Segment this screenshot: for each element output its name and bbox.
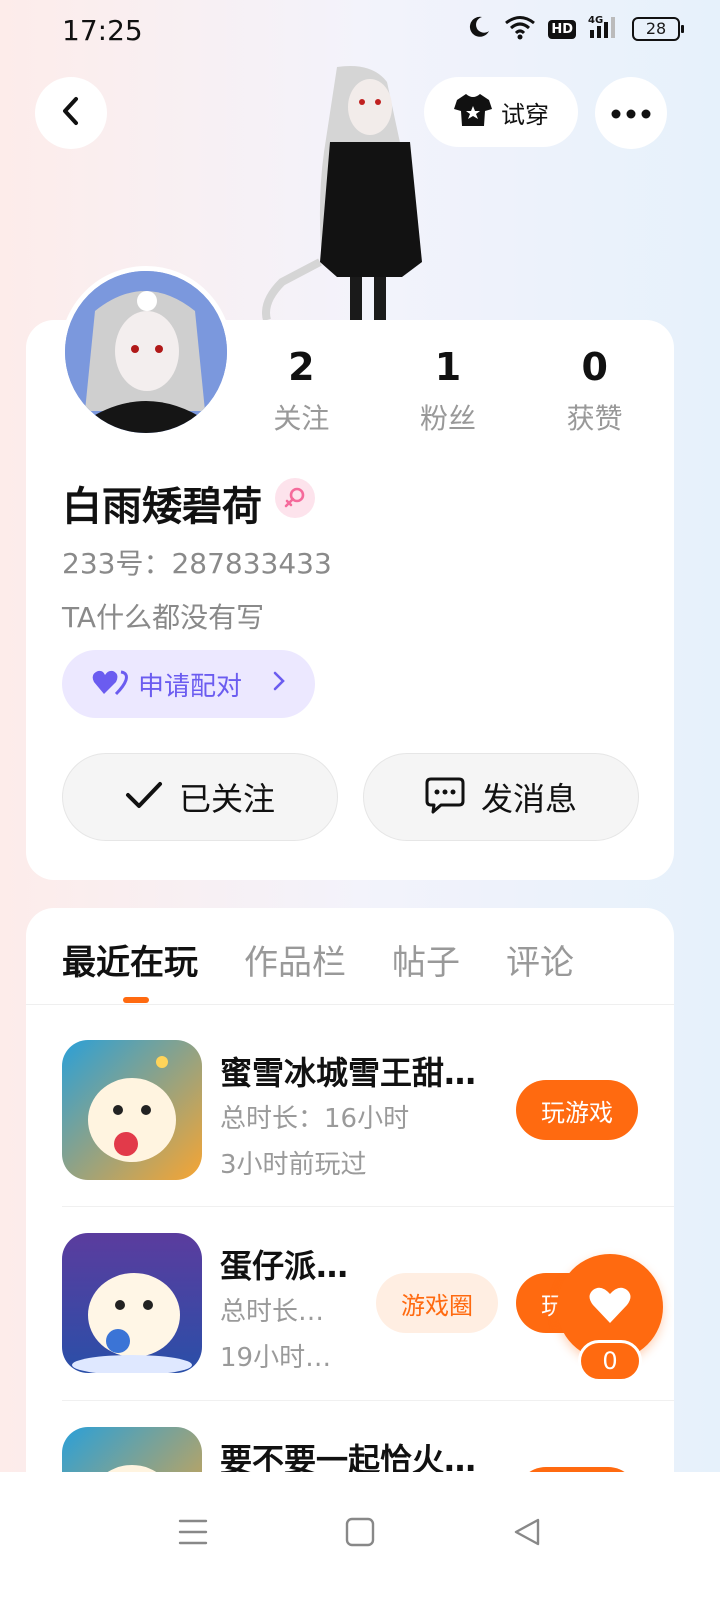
chevron-right-icon <box>272 669 286 699</box>
moon-icon <box>466 14 492 44</box>
double-heart-icon <box>92 668 128 700</box>
tab-posts[interactable]: 帖子 <box>392 935 460 984</box>
game-circle-button[interactable]: 游戏圈 <box>376 1273 498 1333</box>
checkmark-icon <box>125 780 163 814</box>
user-bio: TA什么都没有写 <box>62 601 265 634</box>
chat-bubble-icon <box>425 776 465 818</box>
menu-icon[interactable] <box>163 1502 223 1562</box>
stat-fans[interactable]: 1 粉丝 <box>375 345 522 437</box>
svg-text:4G: 4G <box>588 15 603 26</box>
profile-stats: 2 关注 1 粉丝 0 获赞 <box>228 345 668 437</box>
game-item[interactable]: 蜜雪冰城雪王甜… 总时长：16小时 3小时前玩过 玩游戏 <box>62 1040 674 1234</box>
game-name: 蛋仔派… <box>220 1247 349 1285</box>
stat-likes-value: 0 <box>581 345 608 389</box>
game-name: 蜜雪冰城雪王甜… <box>220 1054 477 1092</box>
game-icon <box>62 1040 202 1180</box>
game-duration: 总时长… <box>220 1297 325 1327</box>
apply-pair-button[interactable]: 申请配对 <box>62 650 315 718</box>
battery-icon: 28 <box>632 17 684 41</box>
profile-tabs: 最近在玩 作品栏 帖子 评论 <box>62 935 574 984</box>
status-time: 17:25 <box>62 14 143 47</box>
username: 白雨矮碧荷 <box>62 484 262 530</box>
stat-fans-label: 粉丝 <box>420 402 477 435</box>
avatar[interactable] <box>60 266 232 438</box>
status-icons: HD 4G 28 <box>466 14 684 44</box>
tab-recently-played[interactable]: 最近在玩 <box>62 935 198 984</box>
hd-icon: HD <box>548 19 576 39</box>
back-triangle-icon[interactable] <box>497 1502 557 1562</box>
game-duration: 总时长：16小时 <box>220 1104 410 1134</box>
stat-following[interactable]: 2 关注 <box>228 345 375 437</box>
tab-works[interactable]: 作品栏 <box>244 935 346 984</box>
stat-likes-label: 获赞 <box>566 402 623 435</box>
send-message-label: 发消息 <box>480 780 577 818</box>
wifi-icon <box>504 14 536 44</box>
like-count: 0 <box>578 1340 642 1382</box>
more-button[interactable] <box>595 77 667 149</box>
heart-icon <box>588 1285 632 1329</box>
stat-following-value: 2 <box>288 345 315 389</box>
game-last-played: 19小时… <box>220 1343 332 1373</box>
stat-likes[interactable]: 0 获赞 <box>521 345 668 437</box>
game-name: 要不要一起恰火… <box>220 1441 477 1472</box>
try-on-label: 试穿 <box>501 100 549 129</box>
divider <box>62 1206 674 1207</box>
followed-label: 已关注 <box>178 780 275 818</box>
signal-4g-icon: 4G <box>588 14 620 44</box>
user-id: 233号：287833433 <box>62 547 332 580</box>
back-arrow-icon <box>59 95 83 131</box>
divider <box>62 1400 674 1401</box>
stat-fans-value: 1 <box>434 345 462 389</box>
system-nav-bar <box>0 1472 720 1612</box>
try-on-button[interactable]: 试穿 <box>424 77 578 147</box>
followed-button[interactable]: 已关注 <box>62 753 338 841</box>
tab-indicator <box>123 997 149 1003</box>
home-icon[interactable] <box>330 1502 390 1562</box>
avatar-figure <box>262 62 442 322</box>
tshirt-icon <box>453 92 493 132</box>
female-icon <box>275 478 315 518</box>
more-dots-icon <box>611 104 651 123</box>
stat-following-label: 关注 <box>273 402 330 435</box>
game-item[interactable]: 要不要一起恰火… <box>62 1427 674 1472</box>
game-icon <box>62 1233 202 1373</box>
game-last-played: 3小时前玩过 <box>220 1150 367 1180</box>
back-button[interactable] <box>35 77 107 149</box>
game-icon <box>62 1427 202 1472</box>
tab-comments[interactable]: 评论 <box>506 935 574 984</box>
status-bar: 17:25 HD 4G 28 <box>0 0 720 70</box>
divider <box>26 1004 674 1005</box>
play-game-button[interactable]: 玩游戏 <box>516 1080 638 1140</box>
apply-pair-label: 申请配对 <box>138 671 243 702</box>
send-message-button[interactable]: 发消息 <box>363 753 639 841</box>
